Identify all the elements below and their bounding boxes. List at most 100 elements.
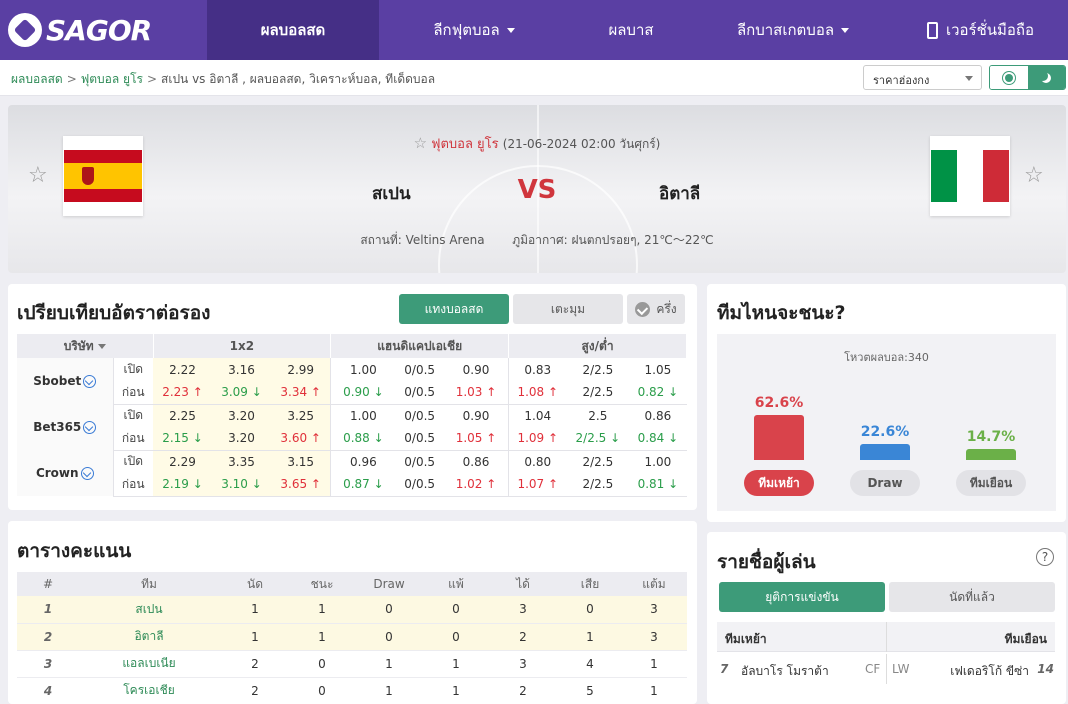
odds-value: 2/2.5 <box>582 362 614 377</box>
standings-cell: 0 <box>291 677 353 704</box>
arrow-up-icon: ↑ <box>544 385 559 400</box>
tab-finished[interactable]: ยุติการแข่งขัน <box>719 582 885 612</box>
arrow-down-icon: ↓ <box>188 431 203 446</box>
odds-cell: 0.87 ↓ <box>330 473 396 497</box>
standings-team-link[interactable]: แอลเบเนีย <box>79 650 219 678</box>
standings-header-cell: ได้ <box>487 572 559 596</box>
odds-cell: 0.90 <box>443 404 510 427</box>
odds-format-select[interactable]: ราคาฮ่องกง <box>863 65 982 90</box>
italy-flag-icon <box>931 150 1009 202</box>
odds-value: 0.88 <box>343 431 370 446</box>
breadcrumb-league-link[interactable]: ฟุตบอล ยูโร <box>81 72 143 86</box>
odds-value: 1.08 <box>517 385 545 400</box>
bookmaker-name: Crown <box>35 466 79 480</box>
odds-value: 1.04 <box>524 408 552 423</box>
odds-value: 2/2.5 <box>582 477 614 492</box>
standings-cell: 2 <box>487 623 559 651</box>
odds-value: 0.86 <box>462 454 490 469</box>
bookmaker-cell[interactable]: Bet365 <box>17 404 114 450</box>
away-player-number: 14 <box>1037 662 1054 676</box>
odds-cell: 0.90 <box>443 358 510 381</box>
odds-row-label: เปิด <box>123 362 143 376</box>
moon-icon <box>1041 73 1051 83</box>
away-team-name[interactable]: อิตาลี <box>659 180 700 207</box>
odds-cell: 1.00 <box>331 404 396 427</box>
x12-header: 1x2 <box>153 334 332 358</box>
odds-cell: 1.03 ↑ <box>443 381 510 405</box>
odds-value: 0.81 <box>637 477 665 492</box>
half-time-label: ครึ่ง <box>656 301 677 316</box>
half-time-toggle[interactable]: ครึ่ง <box>627 294 685 324</box>
expand-circle-icon[interactable] <box>83 375 97 388</box>
away-player-name[interactable]: เฟเดอริโก้ ขีซ่า <box>950 662 1029 681</box>
expand-circle-icon[interactable] <box>80 467 94 480</box>
company-header[interactable]: บริษัท <box>17 334 154 358</box>
odds-value: 0.96 <box>350 454 377 469</box>
tab-last-match[interactable]: นัดที่แล้ว <box>889 582 1055 612</box>
odds-cell: 2/2.5 <box>566 358 629 381</box>
favorite-match-star-icon[interactable]: ☆ <box>414 134 427 152</box>
odds-value: 1.00 <box>350 362 377 377</box>
odds-cell: 0/0.5 <box>395 404 443 427</box>
arrow-down-icon: ↓ <box>606 431 621 446</box>
breadcrumb-separator: > <box>146 72 158 86</box>
live-betting-button[interactable]: แทงบอลสด <box>399 294 509 324</box>
odds-value: 3.35 <box>228 454 255 469</box>
bookmaker-cell[interactable]: Crown <box>17 450 114 496</box>
competition-name[interactable]: ฟุตบอล ยูโร <box>431 137 498 152</box>
theme-toggle[interactable] <box>989 65 1066 90</box>
odds-value: 0/0.5 <box>404 454 436 469</box>
odds-value: 3.10 <box>221 477 248 492</box>
match-header: ☆ ☆ ฟุตบอล ยูโร (21-06-2024 02:00 วันศุก… <box>8 105 1066 273</box>
odds-value: 0.86 <box>644 408 672 423</box>
odds-value: 0/0.5 <box>404 385 436 400</box>
vote-button[interactable]: ทีมเหย้า <box>744 470 814 496</box>
odds-cell: 0.82 ↓ <box>629 381 687 405</box>
arrow-up-icon: ↑ <box>307 431 321 446</box>
odds-cell: 0/0.5 <box>395 450 443 473</box>
chevron-down-icon <box>965 76 973 81</box>
standings-header-cell: นัด <box>219 572 291 596</box>
nav-item-basketball-results[interactable]: ผลบาส <box>569 0 693 60</box>
odds-cell: 1.02 ↑ <box>443 473 510 497</box>
dark-mode-button[interactable] <box>1027 66 1065 89</box>
vote-button[interactable]: ทีมเยือน <box>956 470 1026 496</box>
odds-cell: 0.86 <box>629 404 686 427</box>
light-mode-button[interactable] <box>990 66 1028 89</box>
odds-cell: 2.22 <box>153 358 213 381</box>
arrow-down-icon: ↓ <box>247 385 262 400</box>
standings-cell: 0 <box>425 623 487 651</box>
home-player-name[interactable]: อัลบาโร โมราต้า <box>741 662 829 681</box>
vote-button[interactable]: Draw <box>850 470 920 496</box>
bookmaker-cell[interactable]: Sbobet <box>17 358 114 404</box>
arrow-up-icon: ↑ <box>482 477 497 492</box>
favorite-away-star-icon[interactable]: ☆ <box>1024 163 1044 188</box>
nav-item-live-scores[interactable]: ผลบอลสด <box>207 0 379 60</box>
arrow-down-icon: ↓ <box>247 477 262 492</box>
odds-value: 2/2.5 <box>575 431 607 446</box>
caret-down-icon <box>841 27 850 33</box>
standings-cell: 1 <box>425 677 487 704</box>
nav-item-football-leagues[interactable]: ลีกฟุตบอล <box>379 0 569 60</box>
nav-item-basketball-leagues[interactable]: ลีกบาสเกตบอล <box>693 0 893 60</box>
nav-item-mobile-version[interactable]: เวอร์ชั่นมือถือ <box>893 0 1068 60</box>
odds-table: บริษัท 1x2 แฮนดิแคปเอเชีย สูง/ต่ำ Sbobet… <box>17 334 687 497</box>
odds-cell: 3.65 ↑ <box>271 473 332 497</box>
odds-cell: 3.16 <box>212 358 272 381</box>
breadcrumb-home-link[interactable]: ผลบอลสด <box>11 72 63 86</box>
standings-cell: 1 <box>559 623 621 651</box>
corner-button[interactable]: เตะมุม <box>513 294 623 324</box>
standings-cell: 3 <box>487 650 559 678</box>
site-logo[interactable]: SAGOR <box>0 0 207 60</box>
arrow-up-icon: ↑ <box>544 477 559 492</box>
prediction-bar <box>754 415 804 460</box>
odds-value: 0/0.5 <box>404 362 436 377</box>
standings-team-link[interactable]: โครเอเชีย <box>79 677 219 704</box>
odds-value: 3.15 <box>287 454 315 469</box>
help-icon[interactable]: ? <box>1036 548 1054 566</box>
nav-label: ผลบาส <box>608 21 654 39</box>
players-title: รายชื่อผู้เล่น <box>717 551 816 573</box>
standings-team-link[interactable]: อิตาลี <box>79 623 219 651</box>
expand-circle-icon[interactable] <box>83 421 97 434</box>
standings-team-link[interactable]: สเปน <box>79 596 219 624</box>
